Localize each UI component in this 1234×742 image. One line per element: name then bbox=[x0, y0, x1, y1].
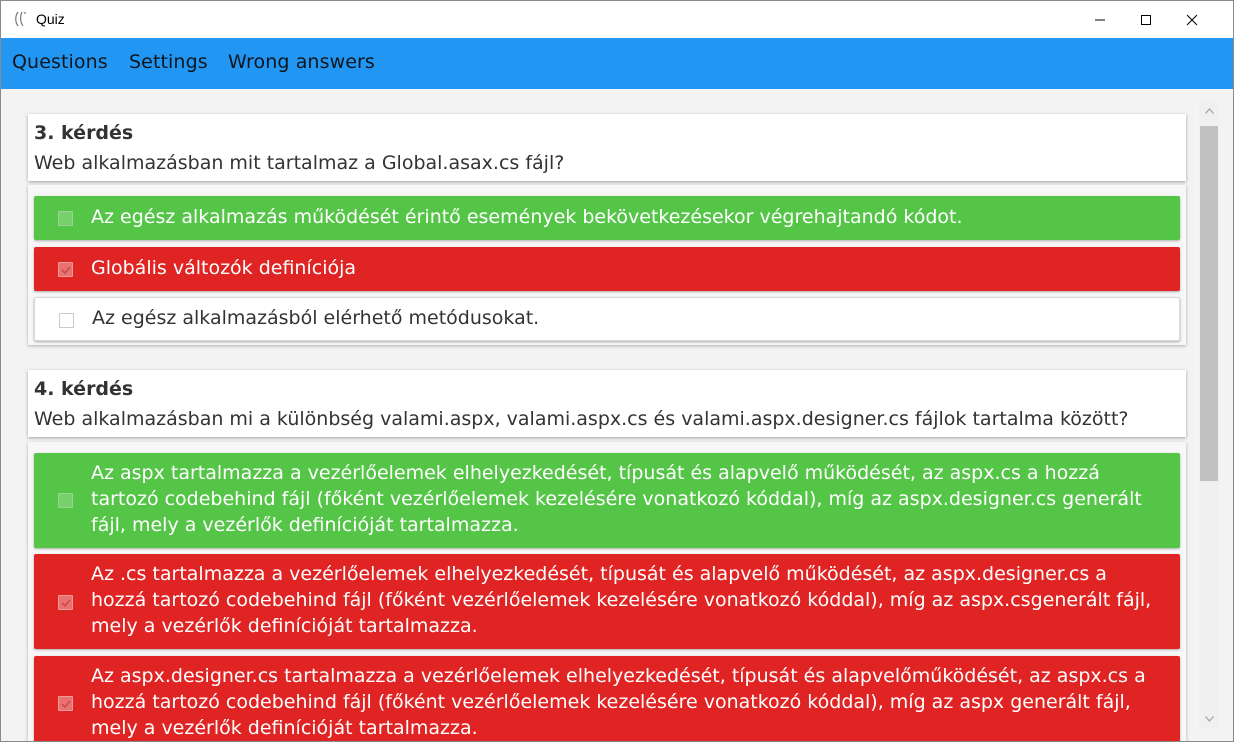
scroll-down-button[interactable] bbox=[1199, 709, 1219, 729]
question-text: Web alkalmazásban mit tartalmaz a Global… bbox=[34, 152, 565, 174]
checkmark-icon bbox=[61, 266, 71, 275]
answer-option[interactable]: Az egész alkalmazásból elérhető metóduso… bbox=[34, 297, 1180, 341]
answer-checkbox[interactable] bbox=[58, 211, 73, 226]
question-text: Web alkalmazásban mi a különbség valami.… bbox=[34, 408, 1129, 430]
answer-checkbox[interactable] bbox=[58, 696, 73, 711]
answer-text: Az egész alkalmazás működését érintő ese… bbox=[91, 206, 963, 228]
close-icon bbox=[1186, 14, 1198, 25]
vertical-scrollbar[interactable] bbox=[1199, 101, 1219, 729]
question-card: 4. kérdés Web alkalmazásban mi a különbs… bbox=[28, 370, 1186, 437]
answer-text: Az egész alkalmazásból elérhető metóduso… bbox=[92, 307, 540, 329]
question-number: 4. kérdés bbox=[34, 378, 134, 400]
checkmark-icon bbox=[61, 599, 71, 608]
answer-text: Az aspx tartalmazza a vezérlőelemek elhe… bbox=[91, 462, 1142, 536]
minimize-icon bbox=[1095, 19, 1105, 20]
maximize-button[interactable] bbox=[1123, 1, 1169, 38]
answer-text: Az .cs tartalmazza a vezérlőelemek elhel… bbox=[91, 563, 1152, 637]
question-card: 3. kérdés Web alkalmazásban mit tartalma… bbox=[28, 114, 1186, 181]
question-number: 3. kérdés bbox=[34, 122, 134, 144]
scroll-thumb[interactable] bbox=[1200, 126, 1218, 481]
chevron-down-icon bbox=[1204, 716, 1214, 722]
quiz-window: Quiz Questions Settings Wrong answers 3.… bbox=[0, 0, 1234, 742]
answer-text: Globális változók definíciója bbox=[91, 257, 357, 279]
window-title: Quiz bbox=[36, 11, 65, 27]
answer-checkbox[interactable] bbox=[59, 313, 74, 328]
menu-item-questions[interactable]: Questions bbox=[12, 51, 108, 73]
answer-checkbox[interactable] bbox=[58, 493, 73, 508]
answer-option[interactable]: Az aspx.designer.cs tartalmazza a vezérl… bbox=[34, 656, 1180, 741]
menu-item-wrong-answers[interactable]: Wrong answers bbox=[228, 51, 375, 73]
answer-checkbox[interactable] bbox=[58, 262, 73, 277]
menu-item-settings[interactable]: Settings bbox=[129, 51, 208, 73]
answer-option[interactable]: Az aspx tartalmazza a vezérlőelemek elhe… bbox=[34, 453, 1180, 548]
answer-option[interactable]: Az egész alkalmazás működését érintő ese… bbox=[34, 196, 1180, 240]
answer-option[interactable]: Globális változók definíciója bbox=[34, 247, 1180, 291]
title-bar: Quiz bbox=[1, 1, 1233, 38]
answer-option[interactable]: Az .cs tartalmazza a vezérlőelemek elhel… bbox=[34, 554, 1180, 649]
maximize-icon bbox=[1141, 14, 1151, 25]
minimize-button[interactable] bbox=[1077, 1, 1123, 38]
checkmark-icon bbox=[61, 700, 71, 709]
answer-text: Az aspx.designer.cs tartalmazza a vezérl… bbox=[91, 665, 1146, 739]
answer-checkbox[interactable] bbox=[58, 595, 73, 610]
scroll-up-button[interactable] bbox=[1199, 101, 1219, 121]
app-icon bbox=[13, 10, 29, 28]
menu-bar: Questions Settings Wrong answers bbox=[1, 38, 1233, 89]
chevron-up-icon bbox=[1204, 108, 1214, 114]
close-button[interactable] bbox=[1169, 1, 1215, 38]
